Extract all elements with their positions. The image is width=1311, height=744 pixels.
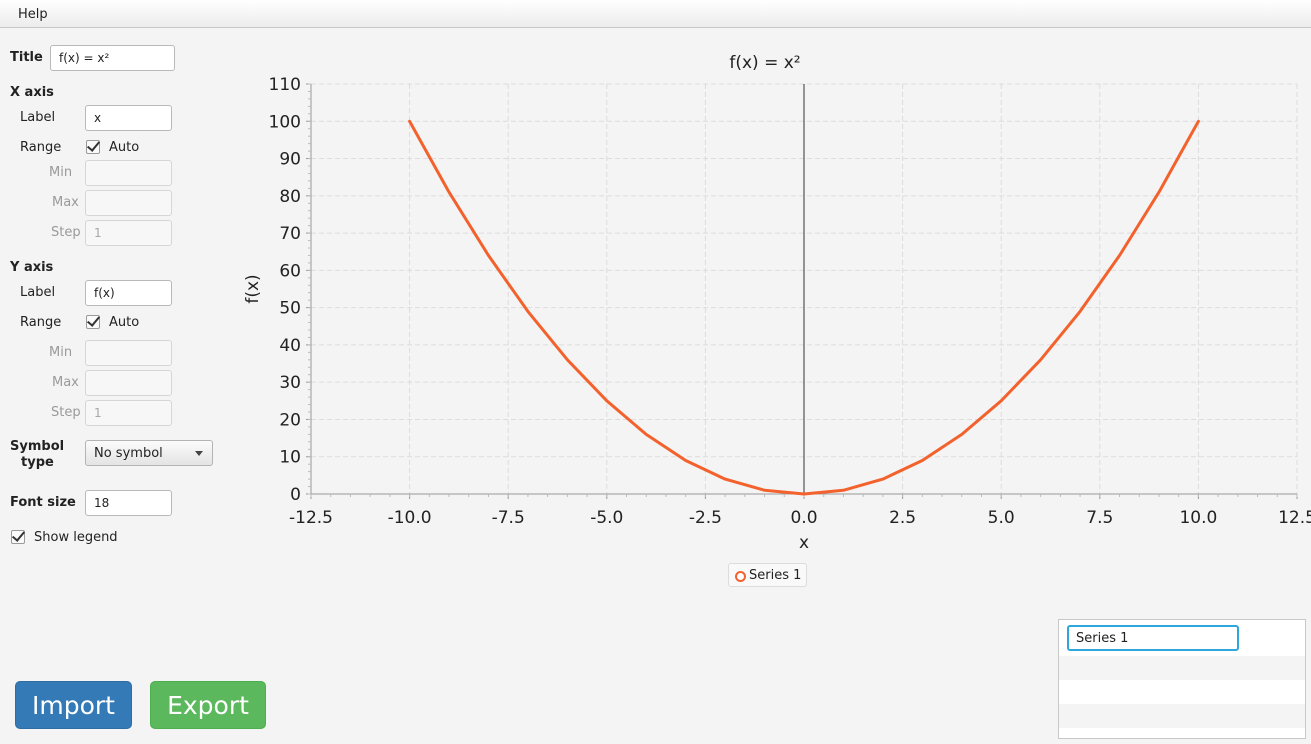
- legend-circle-icon: [735, 571, 746, 582]
- y-tick-label: 90: [279, 150, 301, 170]
- x-tick-label: -2.5: [689, 508, 722, 528]
- y-tick-label: 110: [269, 75, 301, 95]
- chart-legend: Series 1: [728, 563, 807, 587]
- export-button[interactable]: Export: [150, 681, 266, 729]
- x-tick-label: -7.5: [492, 508, 525, 528]
- y-axis-label: f(x): [243, 274, 263, 303]
- list-item: [1059, 680, 1305, 704]
- chart-axes: [310, 84, 1297, 495]
- y-tick-label: 20: [279, 410, 301, 430]
- x-tick-label: -12.5: [289, 508, 333, 528]
- chart-title: f(x) = x²: [729, 53, 800, 73]
- y-tick-label: 30: [279, 373, 301, 393]
- y-tick-label: 80: [279, 187, 301, 207]
- y-tick-label: 0: [290, 485, 301, 505]
- series-name-input[interactable]: [1067, 625, 1239, 651]
- y-tick-label: 70: [279, 224, 301, 244]
- x-tick-label: 10.0: [1179, 508, 1217, 528]
- y-tick-label: 60: [279, 261, 301, 281]
- x-tick-label: 2.5: [889, 508, 916, 528]
- legend-series-label: Series 1: [749, 568, 802, 583]
- x-tick-label: 5.0: [988, 508, 1015, 528]
- list-item: [1059, 656, 1305, 680]
- x-tick-label: -5.0: [590, 508, 623, 528]
- x-axis-label: x: [799, 533, 809, 553]
- series-list: [1058, 619, 1306, 739]
- line-chart: f(x) = x² x f(x) -12.5 -10.0 -7.5 -5.0 -2.5 0…: [243, 53, 1311, 553]
- import-button[interactable]: Import: [15, 681, 132, 729]
- x-tick-label: 12.5: [1278, 508, 1311, 528]
- y-tick-label: 100: [269, 112, 301, 132]
- x-tick-label: 7.5: [1086, 508, 1113, 528]
- chart-ticks: -12.5 -10.0 -7.5 -5.0 -2.5 0.0 2.5 5.0 7.5 10.0 12…: [269, 75, 1311, 528]
- y-tick-label: 50: [279, 299, 301, 319]
- y-tick-label: 40: [279, 336, 301, 356]
- x-tick-label: -10.0: [388, 508, 432, 528]
- y-tick-label: 10: [279, 448, 301, 468]
- x-tick-label: 0.0: [790, 508, 817, 528]
- list-item: [1059, 704, 1305, 728]
